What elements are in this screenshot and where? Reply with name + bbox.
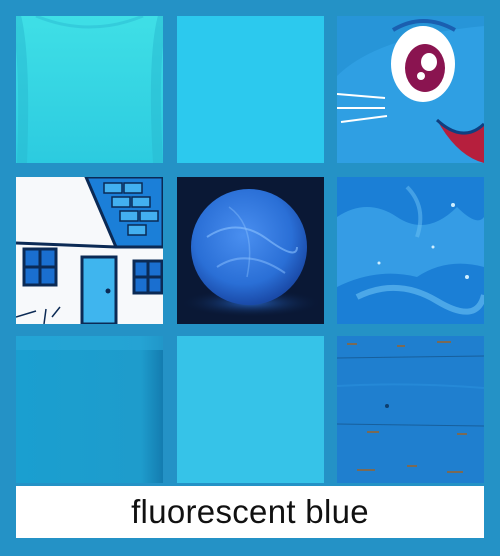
solid-swatch-light-icon bbox=[177, 336, 324, 483]
tile-frost bbox=[337, 177, 484, 324]
glowing-orb-icon bbox=[177, 177, 324, 324]
tile-solid-light bbox=[177, 336, 324, 483]
frost-pattern-icon bbox=[337, 177, 484, 324]
tile-tshirt bbox=[16, 16, 163, 163]
tile-orb bbox=[177, 177, 324, 324]
color-collage: fluorescent blue bbox=[0, 0, 500, 556]
caption-text: fluorescent blue bbox=[131, 493, 369, 530]
painted-wood-icon bbox=[337, 336, 484, 483]
caption-bar: fluorescent blue bbox=[16, 486, 484, 538]
tile-solid bbox=[177, 16, 324, 163]
tile-wood bbox=[337, 336, 484, 483]
tile-cartoon bbox=[337, 16, 484, 163]
tile-house bbox=[16, 177, 163, 324]
tshirt-swatch-icon bbox=[16, 16, 163, 163]
solid-swatch-icon bbox=[177, 16, 324, 163]
tile-fabric bbox=[16, 336, 163, 483]
cartoon-cat-face-icon bbox=[337, 16, 484, 163]
fabric-swatch-icon bbox=[16, 336, 163, 483]
sketched-house-icon bbox=[16, 177, 163, 324]
